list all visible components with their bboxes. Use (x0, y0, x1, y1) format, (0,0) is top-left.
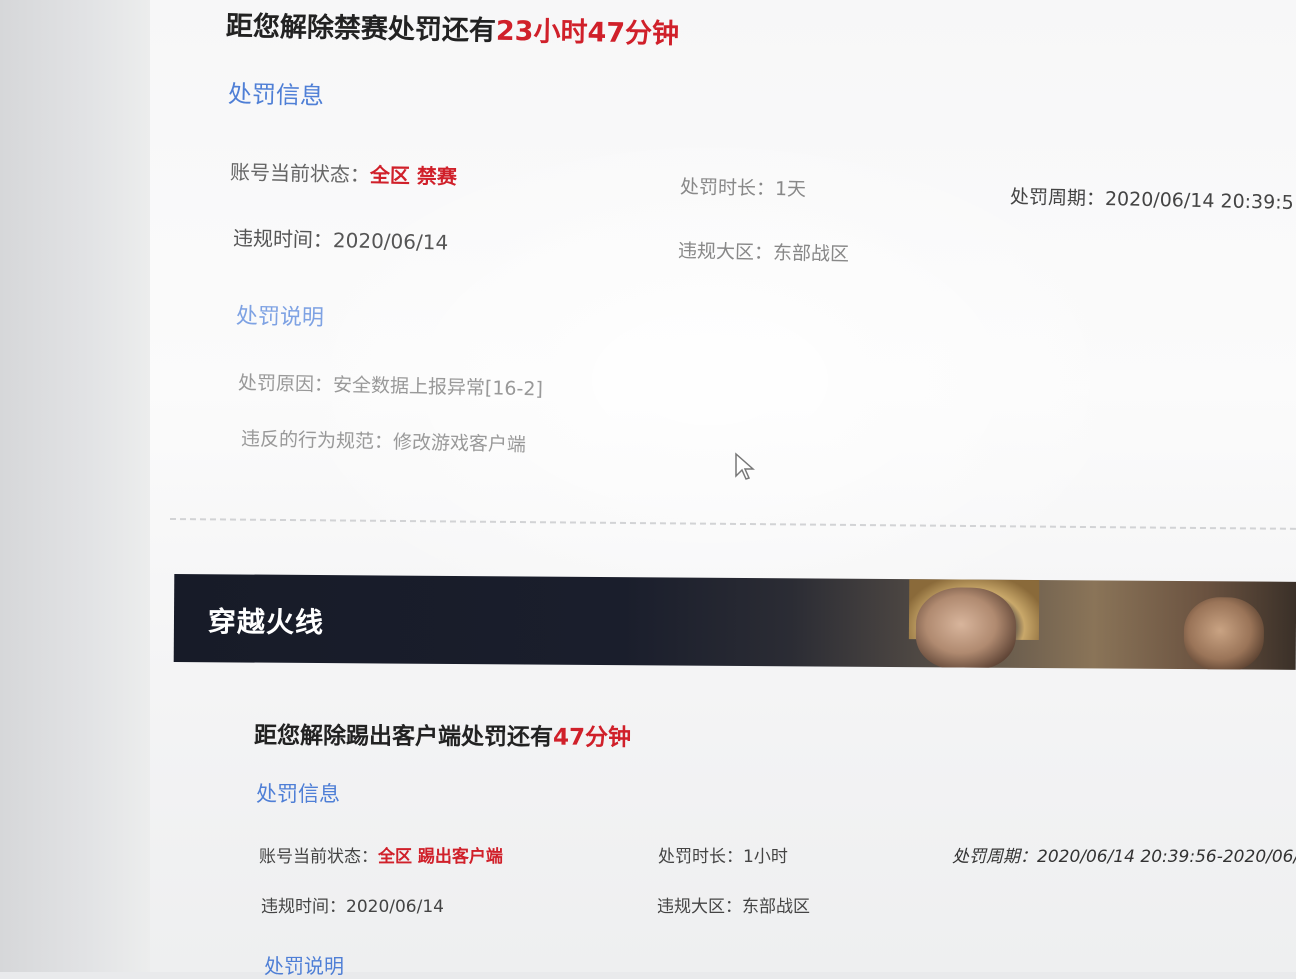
kick-violation-region-value: 东部战区 (742, 897, 810, 917)
content-panel (150, 0, 1296, 972)
kick-period-label: 处罚周期： (952, 847, 1037, 867)
countdown-prefix: 距您解除禁赛处罚还有 (225, 11, 497, 47)
kick-duration-label: 处罚时长： (658, 847, 743, 867)
penalty-duration-field: 处罚时长：1天 (680, 172, 807, 202)
penalty-countdown-title: 距您解除禁赛处罚还有23小时47分钟 (226, 4, 680, 51)
kick-violation-region-field: 违规大区：东部战区 (657, 892, 810, 917)
kick-countdown-time: 47分钟 (552, 724, 632, 751)
kick-duration-field: 处罚时长：1小时 (658, 842, 788, 867)
kick-violation-region-label: 违规大区： (657, 897, 742, 917)
account-status-label: 账号当前状态： (229, 160, 371, 187)
penalty-duration-label: 处罚时长： (679, 176, 776, 200)
kick-period-value: 2020/06/14 20:39:56-2020/06/ (1037, 847, 1296, 867)
penalty-reason-value: 安全数据上报异常[16-2] (332, 373, 544, 401)
kick-period-field: 处罚周期：2020/06/14 20:39:56-2020/06/ (952, 842, 1296, 867)
penalty-info-header: 处罚信息 (227, 80, 325, 111)
game-banner: 穿越火线 (173, 574, 1296, 670)
violation-region-value: 东部战区 (772, 241, 850, 266)
penalty-period-value: 2020/06/14 20:39:5 (1104, 187, 1294, 214)
kick-status-value: 全区 踢出客户端 (378, 847, 503, 867)
violation-rule-label: 违反的行为规范： (240, 428, 394, 454)
violation-time-value: 2020/06/14 (332, 228, 449, 255)
kick-countdown-title: 距您解除踢出客户端处罚还有47分钟 (254, 716, 631, 752)
kick-violation-time-value: 2020/06/14 (346, 897, 444, 917)
account-status-value: 全区 禁赛 (369, 162, 458, 189)
mouse-pointer-icon (734, 452, 756, 486)
violation-rule-value: 修改游戏客户端 (392, 431, 527, 456)
character-female-image (915, 587, 1017, 670)
kick-status-label: 账号当前状态： (259, 847, 378, 867)
account-status-field: 账号当前状态：全区 禁赛 (230, 156, 458, 190)
penalty-duration-value: 1天 (774, 177, 807, 201)
kick-violation-time-field: 违规时间：2020/06/14 (261, 892, 444, 917)
kick-info-header: 处罚信息 (256, 782, 340, 806)
kick-status-field: 账号当前状态：全区 踢出客户端 (259, 842, 503, 867)
kick-explain-header: 处罚说明 (264, 954, 344, 978)
kick-duration-value: 1小时 (743, 847, 788, 867)
penalty-explain-header: 处罚说明 (235, 304, 325, 331)
violation-time-field: 违规时间：2020/06/14 (233, 222, 449, 256)
kick-countdown-prefix: 距您解除踢出客户端处罚还有 (253, 723, 554, 751)
character-male-image (1183, 597, 1265, 670)
left-sidebar (0, 0, 150, 972)
violation-region-field: 违规大区：东部战区 (678, 236, 850, 267)
kick-violation-time-label: 违规时间： (261, 897, 346, 917)
violation-region-label: 违规大区： (677, 240, 774, 264)
penalty-period-label: 处罚周期： (1009, 186, 1106, 210)
countdown-time: 23小时47分钟 (495, 15, 680, 50)
penalty-reason-label: 处罚原因： (237, 372, 334, 396)
game-title: 穿越火线 (207, 605, 325, 640)
violation-time-label: 违规时间： (232, 226, 334, 253)
